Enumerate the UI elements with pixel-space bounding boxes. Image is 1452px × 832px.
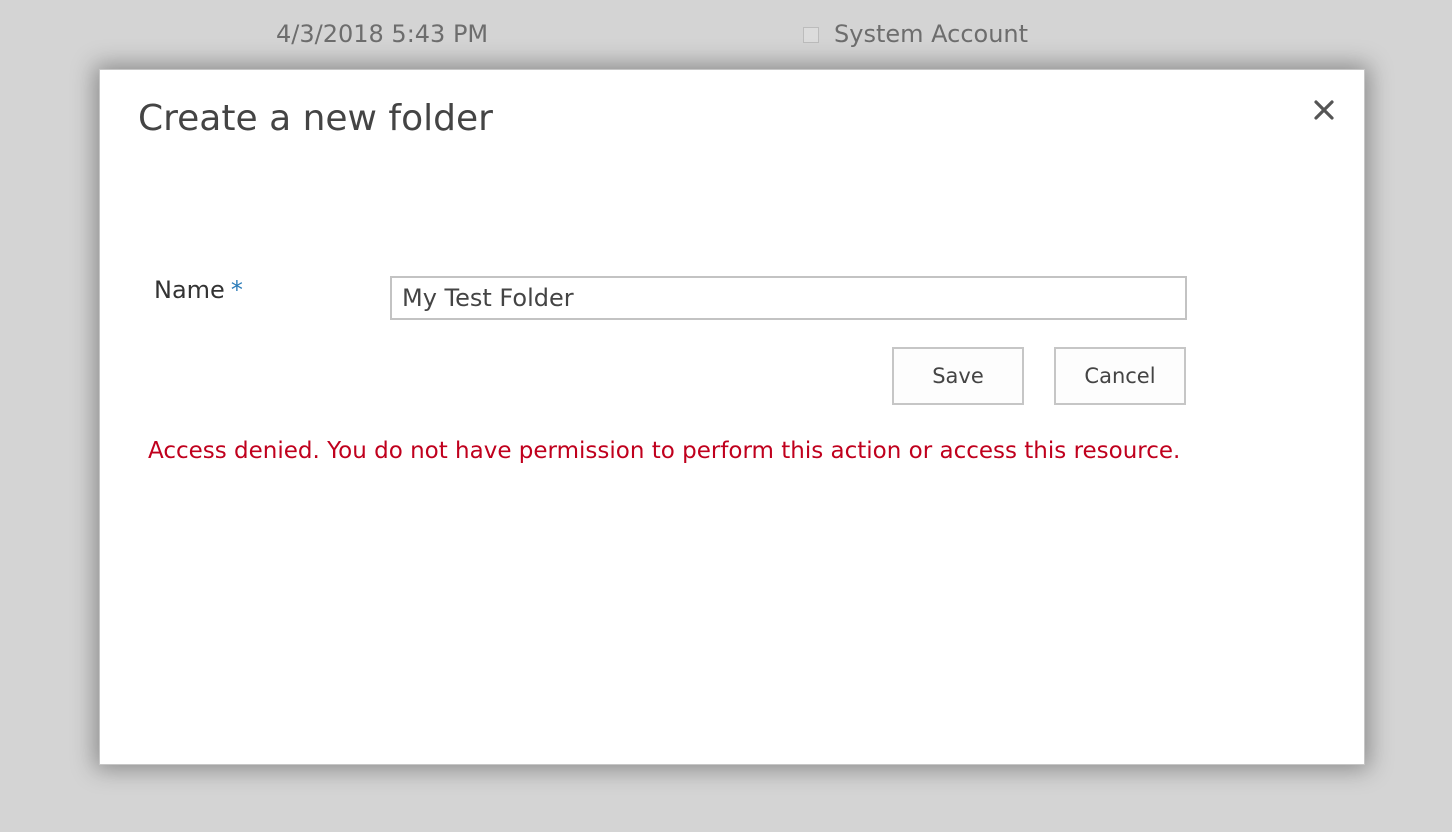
modified-by: System Account [834, 20, 1029, 48]
background-list-row: 4/3/2018 5:43 PM System Account [0, 14, 1452, 58]
create-folder-dialog: Create a new folder Name* Save Cancel Ac… [99, 69, 1365, 765]
save-button[interactable]: Save [892, 347, 1024, 405]
name-label-text: Name [154, 276, 225, 304]
required-marker: * [230, 276, 243, 304]
name-field-label: Name * [154, 276, 243, 304]
close-button[interactable] [1304, 92, 1344, 132]
page-overlay: 4/3/2018 5:43 PM System Account Create a… [0, 0, 1452, 832]
close-icon [1313, 99, 1335, 125]
folder-name-input[interactable] [390, 276, 1187, 320]
row-checkbox [803, 27, 819, 43]
dialog-title: Create a new folder [138, 98, 493, 139]
error-message: Access denied. You do not have permissio… [148, 438, 1181, 464]
cancel-button[interactable]: Cancel [1054, 347, 1186, 405]
modified-date: 4/3/2018 5:43 PM [276, 20, 489, 48]
